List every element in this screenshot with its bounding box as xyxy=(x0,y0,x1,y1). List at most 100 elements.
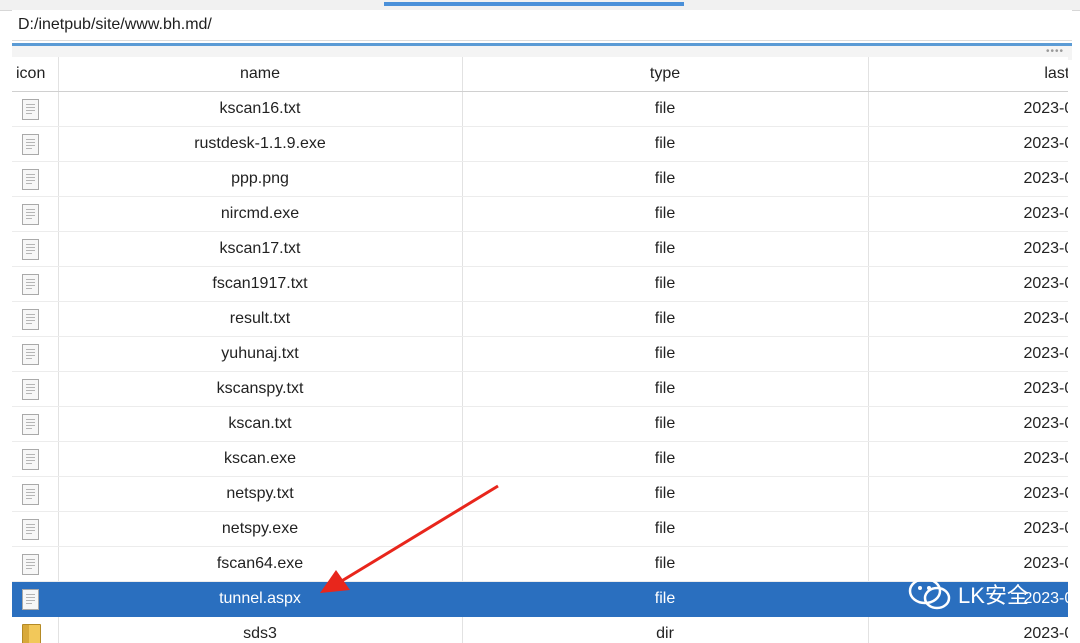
file-last-modified: 2023-01- xyxy=(868,371,1068,407)
file-last-modified: 2023-01- xyxy=(868,266,1068,302)
file-row-icon-cell[interactable] xyxy=(12,476,59,512)
file-last-modified: 2023-01- xyxy=(868,581,1068,617)
table-header-row: icon name type lastMo xyxy=(12,57,1068,92)
active-tab-indicator[interactable] xyxy=(384,2,684,6)
file-icon xyxy=(22,588,39,610)
file-last-modified: 2023-01- xyxy=(868,301,1068,337)
file-type: file xyxy=(462,196,869,232)
file-last-modified: 2023-01- xyxy=(868,476,1068,512)
file-icon xyxy=(22,203,39,225)
file-name[interactable]: netspy.txt xyxy=(58,476,463,512)
file-row[interactable]: ppp.pngfile2023-01- xyxy=(12,161,1068,197)
file-row[interactable]: tunnel.aspxfile2023-01- xyxy=(12,581,1068,617)
column-header-icon[interactable]: icon xyxy=(12,57,59,92)
file-name[interactable]: kscan17.txt xyxy=(58,231,463,267)
file-icon xyxy=(22,448,39,470)
file-icon xyxy=(22,168,39,190)
file-type: file xyxy=(462,406,869,442)
file-type: file xyxy=(462,441,869,477)
file-name[interactable]: rustdesk-1.1.9.exe xyxy=(58,126,463,162)
file-row-icon-cell[interactable] xyxy=(12,581,59,617)
file-row-icon-cell[interactable] xyxy=(12,441,59,477)
file-last-modified: 2023-01- xyxy=(868,616,1068,643)
file-icon xyxy=(22,413,39,435)
file-table: icon name type lastMo kscan16.txtfile202… xyxy=(12,57,1068,643)
file-type: file xyxy=(462,371,869,407)
file-name[interactable]: result.txt xyxy=(58,301,463,337)
file-name[interactable]: fscan1917.txt xyxy=(58,266,463,302)
splitter-grip-icon[interactable]: •••• xyxy=(1046,46,1064,57)
file-row-icon-cell[interactable] xyxy=(12,231,59,267)
file-row-icon-cell[interactable] xyxy=(12,371,59,407)
column-header-name[interactable]: name xyxy=(58,57,463,92)
file-row[interactable]: kscan.txtfile2023-01- xyxy=(12,406,1068,442)
file-type: dir xyxy=(462,616,869,643)
file-type: file xyxy=(462,301,869,337)
file-row-icon-cell[interactable] xyxy=(12,336,59,372)
file-row[interactable]: fscan64.exefile2023-01- xyxy=(12,546,1068,582)
file-name[interactable]: fscan64.exe xyxy=(58,546,463,582)
file-name[interactable]: kscan16.txt xyxy=(58,91,463,127)
file-icon xyxy=(22,343,39,365)
file-name[interactable]: netspy.exe xyxy=(58,511,463,547)
file-row-icon-cell[interactable] xyxy=(12,511,59,547)
file-row[interactable]: netspy.txtfile2023-01- xyxy=(12,476,1068,512)
file-row[interactable]: sds3dir2023-01- xyxy=(12,616,1068,643)
file-name[interactable]: kscan.exe xyxy=(58,441,463,477)
file-row-icon-cell[interactable] xyxy=(12,301,59,337)
file-name[interactable]: tunnel.aspx xyxy=(58,581,463,617)
file-name[interactable]: yuhunaj.txt xyxy=(58,336,463,372)
file-row-icon-cell[interactable] xyxy=(12,266,59,302)
file-row-icon-cell[interactable] xyxy=(12,546,59,582)
folder-icon xyxy=(22,623,41,643)
file-name[interactable]: sds3 xyxy=(58,616,463,643)
file-type: file xyxy=(462,511,869,547)
file-icon xyxy=(22,483,39,505)
file-name[interactable]: nircmd.exe xyxy=(58,196,463,232)
file-icon xyxy=(22,308,39,330)
file-type: file xyxy=(462,546,869,582)
file-icon xyxy=(22,273,39,295)
file-row[interactable]: kscan16.txtfile2023-01- xyxy=(12,91,1068,127)
file-name[interactable]: kscan.txt xyxy=(58,406,463,442)
file-row[interactable]: result.txtfile2023-01- xyxy=(12,301,1068,337)
file-icon xyxy=(22,518,39,540)
path-bar[interactable]: D:/inetpub/site/www.bh.md/ xyxy=(12,10,1072,41)
file-row-icon-cell[interactable] xyxy=(12,91,59,127)
column-header-type[interactable]: type xyxy=(462,57,869,92)
file-row-icon-cell[interactable] xyxy=(12,161,59,197)
file-last-modified: 2023-01- xyxy=(868,196,1068,232)
file-icon xyxy=(22,98,39,120)
file-type: file xyxy=(462,266,869,302)
file-type: file xyxy=(462,581,869,617)
file-row-icon-cell[interactable] xyxy=(12,126,59,162)
file-last-modified: 2023-01- xyxy=(868,126,1068,162)
file-row[interactable]: yuhunaj.txtfile2023-01- xyxy=(12,336,1068,372)
file-row[interactable]: kscanspy.txtfile2023-01- xyxy=(12,371,1068,407)
file-icon xyxy=(22,378,39,400)
file-row-icon-cell[interactable] xyxy=(12,616,59,643)
column-header-lastmodified[interactable]: lastMo xyxy=(868,57,1068,92)
file-icon xyxy=(22,553,39,575)
file-row[interactable]: nircmd.exefile2023-01- xyxy=(12,196,1068,232)
file-last-modified: 2023-01- xyxy=(868,441,1068,477)
file-row[interactable]: kscan.exefile2023-01- xyxy=(12,441,1068,477)
file-row[interactable]: kscan17.txtfile2023-01- xyxy=(12,231,1068,267)
file-last-modified: 2023-01- xyxy=(868,511,1068,547)
file-type: file xyxy=(462,126,869,162)
file-row[interactable]: netspy.exefile2023-01- xyxy=(12,511,1068,547)
file-last-modified: 2023-01- xyxy=(868,336,1068,372)
file-last-modified: 2023-01- xyxy=(868,406,1068,442)
file-icon xyxy=(22,238,39,260)
file-name[interactable]: ppp.png xyxy=(58,161,463,197)
file-type: file xyxy=(462,336,869,372)
file-row[interactable]: rustdesk-1.1.9.exefile2023-01- xyxy=(12,126,1068,162)
file-row[interactable]: fscan1917.txtfile2023-01- xyxy=(12,266,1068,302)
file-row-icon-cell[interactable] xyxy=(12,406,59,442)
file-type: file xyxy=(462,91,869,127)
file-name[interactable]: kscanspy.txt xyxy=(58,371,463,407)
file-last-modified: 2023-01- xyxy=(868,91,1068,127)
file-row-icon-cell[interactable] xyxy=(12,196,59,232)
current-path[interactable]: D:/inetpub/site/www.bh.md/ xyxy=(18,16,212,34)
file-last-modified: 2023-01- xyxy=(868,546,1068,582)
